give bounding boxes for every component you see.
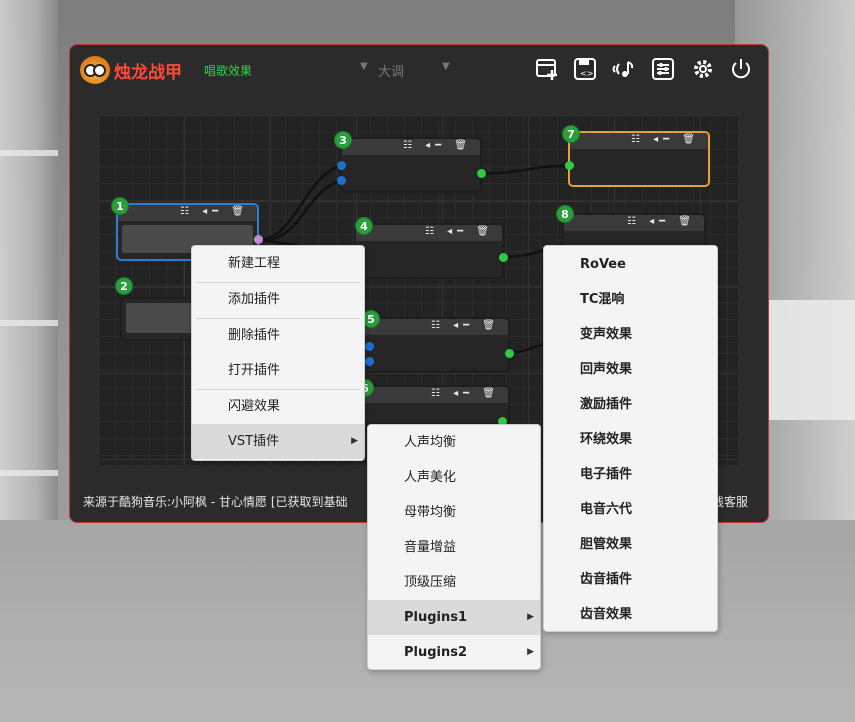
menu-item-ducking-effect[interactable]: 闪避效果 — [192, 389, 364, 424]
submenu-arrow-icon: ▶ — [527, 612, 534, 622]
plugin-node[interactable]: ☷ ◂━ 🗑 — [360, 317, 510, 373]
node-output-port[interactable] — [499, 253, 508, 262]
menu-item-label: 新建工程 — [228, 256, 281, 271]
node-input-port[interactable] — [337, 176, 346, 185]
node-output-port[interactable] — [477, 169, 486, 178]
node-controls[interactable]: ☷ ◂━ 🗑 — [425, 226, 494, 237]
node-number-badge: 8 — [556, 205, 574, 223]
node-header: ☷ ◂━ 🗑 — [564, 215, 704, 231]
menu-item-label: Plugins2 — [404, 645, 468, 660]
menu-item-label: 齿音插件 — [580, 572, 633, 587]
menu-item-tc-reverb[interactable]: TC混响 — [544, 282, 717, 317]
menu-item-vst-plugins[interactable]: VST插件 ▶ — [192, 424, 364, 459]
node-input-port[interactable] — [365, 342, 374, 351]
menu-item-label: 环绕效果 — [580, 432, 633, 447]
menu-item-electronic[interactable]: 电子插件 — [544, 457, 717, 492]
node-number-badge: 2 — [115, 277, 133, 295]
submenu-arrow-icon: ▶ — [527, 647, 534, 657]
menu-item-label: 胆管效果 — [580, 537, 633, 552]
menu-item-label: 顶级压缩 — [404, 575, 457, 590]
node-output-port[interactable] — [254, 235, 263, 244]
menu-item-autotune-v6[interactable]: 电音六代 — [544, 492, 717, 527]
vst-submenu: 人声均衡 人声美化 母带均衡 音量增益 顶级压缩 Plugins1 ▶ Plugi… — [367, 424, 541, 670]
menu-item-deesser-plugin[interactable]: 齿音插件 — [544, 562, 717, 597]
background-shelf-line — [0, 150, 58, 156]
menu-item-voice-changer[interactable]: 变声效果 — [544, 317, 717, 352]
menu-item-label: 激励插件 — [580, 397, 633, 412]
menu-item-vocal-eq[interactable]: 人声均衡 — [368, 425, 540, 460]
menu-item-label: 齿音效果 — [580, 607, 633, 622]
menu-item-open-plugin[interactable]: 打开插件 — [192, 353, 364, 388]
menu-item-label: VST插件 — [228, 434, 280, 449]
menu-item-rovee[interactable]: RoVee — [544, 247, 717, 282]
plugin-node[interactable]: ☷ ◂━ 🗑 — [568, 131, 710, 187]
menu-item-label: TC混响 — [580, 292, 625, 307]
menu-item-plugins2[interactable]: Plugins2 ▶ — [368, 635, 540, 670]
background-shelf-line — [0, 320, 58, 326]
menu-item-tube-effect[interactable]: 胆管效果 — [544, 527, 717, 562]
node-header: ☷ ◂━ 🗑 — [570, 133, 708, 149]
menu-item-exciter[interactable]: 激励插件 — [544, 387, 717, 422]
menu-item-label: 音量增益 — [404, 540, 457, 555]
node-header: ☷ ◂━ 🗑 — [118, 205, 257, 221]
node-controls[interactable]: ☷ ◂━ 🗑 — [431, 388, 500, 399]
node-header: ☷ ◂━ 🗑 — [362, 319, 508, 335]
node-controls[interactable]: ☷ ◂━ 🗑 — [627, 216, 696, 227]
menu-item-label: RoVee — [580, 257, 626, 272]
menu-item-label: 删除插件 — [228, 328, 281, 343]
node-controls[interactable]: ☷ ◂━ 🗑 — [403, 140, 472, 151]
node-input-port[interactable] — [337, 161, 346, 170]
now-playing-status: 来源于酷狗音乐:小阿枫 - 甘心情愿 [已获取到基础 — [83, 495, 348, 509]
plugin-node[interactable]: ☷ ◂━ 🗑 — [340, 137, 482, 193]
menu-item-delete-plugin[interactable]: 删除插件 — [192, 318, 364, 353]
submenu-arrow-icon: ▶ — [351, 436, 358, 446]
background-shelf-line — [0, 470, 58, 476]
menu-item-label: 回声效果 — [580, 362, 633, 377]
node-input-port[interactable] — [565, 161, 574, 170]
plugins1-submenu: RoVee TC混响 变声效果 回声效果 激励插件 环绕效果 电子插件 电音六代… — [543, 245, 718, 632]
node-controls[interactable]: ☷ ◂━ 🗑 — [180, 206, 249, 217]
node-output-port[interactable] — [505, 349, 514, 358]
menu-item-new-project[interactable]: 新建工程 — [192, 246, 364, 281]
menu-item-label: 添加插件 — [228, 292, 281, 307]
menu-item-label: 电子插件 — [580, 467, 633, 482]
node-controls[interactable]: ☷ ◂━ 🗑 — [631, 134, 700, 145]
node-number-badge: 7 — [562, 125, 580, 143]
node-number-badge: 3 — [334, 131, 352, 149]
node-input-port[interactable] — [365, 357, 374, 366]
node-body — [126, 303, 194, 333]
menu-item-top-compressor[interactable]: 顶级压缩 — [368, 565, 540, 600]
menu-item-label: Plugins1 — [404, 610, 468, 625]
context-menu: 新建工程 添加插件 删除插件 打开插件 闪避效果 VST插件 ▶ — [191, 245, 365, 461]
node-header: ☷ ◂━ 🗑 — [342, 139, 480, 155]
menu-item-label: 打开插件 — [228, 363, 281, 378]
node-controls[interactable]: ☷ ◂━ 🗑 — [431, 320, 500, 331]
node-header: ☷ ◂━ 🗑 — [362, 387, 508, 403]
menu-item-vocal-beautify[interactable]: 人声美化 — [368, 460, 540, 495]
menu-item-label: 人声均衡 — [404, 435, 457, 450]
menu-item-echo[interactable]: 回声效果 — [544, 352, 717, 387]
menu-item-surround[interactable]: 环绕效果 — [544, 422, 717, 457]
menu-item-label: 变声效果 — [580, 327, 633, 342]
plugin-node[interactable]: ☷ ◂━ 🗑 — [354, 223, 504, 279]
menu-item-label: 人声美化 — [404, 470, 457, 485]
plugin-node[interactable] — [120, 297, 200, 341]
node-number-badge: 4 — [355, 217, 373, 235]
menu-item-label: 母带均衡 — [404, 505, 457, 520]
menu-item-master-eq[interactable]: 母带均衡 — [368, 495, 540, 530]
node-header: ☷ ◂━ 🗑 — [356, 225, 502, 241]
menu-item-volume-gain[interactable]: 音量增益 — [368, 530, 540, 565]
background-desk — [755, 300, 855, 420]
node-number-badge: 1 — [111, 197, 129, 215]
menu-item-plugins1[interactable]: Plugins1 ▶ — [368, 600, 540, 635]
menu-item-label: 闪避效果 — [228, 399, 281, 414]
menu-item-label: 电音六代 — [580, 502, 633, 517]
menu-item-deesser-effect[interactable]: 齿音效果 — [544, 597, 717, 632]
menu-item-add-plugin[interactable]: 添加插件 — [192, 282, 364, 317]
plugin-node[interactable]: ☷ ◂━ 🗑 — [360, 385, 510, 425]
